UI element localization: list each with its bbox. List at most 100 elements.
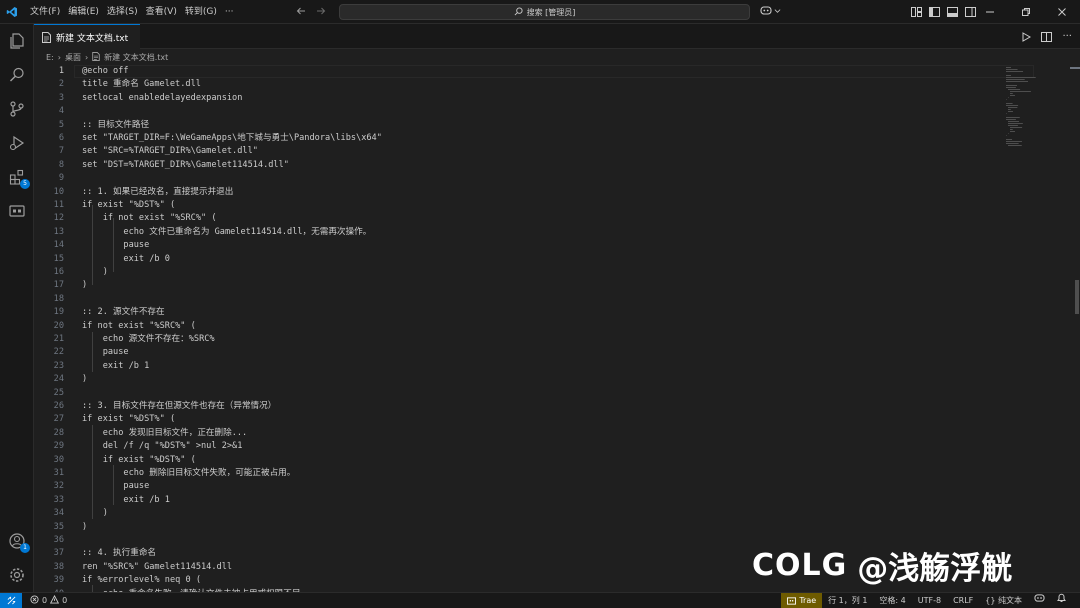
code-line[interactable]: 11 if exist "%DST%" (: [34, 199, 1034, 212]
encoding[interactable]: UTF-8: [912, 593, 947, 608]
menu-view[interactable]: 查看(V): [142, 0, 181, 24]
line-number: 25: [53, 387, 64, 398]
code-line[interactable]: 4: [34, 105, 1034, 118]
gear-icon[interactable]: [5, 563, 29, 587]
code-line[interactable]: 2 title 重命名 Gamelet.dll: [34, 78, 1034, 91]
line-text: title 重命名 Gamelet.dll: [82, 79, 201, 90]
menu-selection[interactable]: 选择(S): [103, 0, 142, 24]
code-line[interactable]: 23 exit /b 1: [34, 360, 1034, 373]
code-line[interactable]: 24): [34, 373, 1034, 386]
code-line[interactable]: 30 if exist "%DST%" (: [34, 454, 1034, 467]
more-actions-icon[interactable]: ···: [1062, 31, 1072, 42]
breadcrumb-drive[interactable]: E:: [46, 53, 54, 62]
menu-more[interactable]: ···: [221, 0, 238, 24]
minimap-line: [1008, 145, 1022, 146]
code-line[interactable]: 6 set "TARGET_DIR=F:\WeGameApps\地下城与勇士\Pa…: [34, 132, 1034, 145]
search-icon[interactable]: [5, 63, 29, 87]
remote-explorer-icon[interactable]: [5, 199, 29, 223]
copilot-button[interactable]: [760, 4, 781, 20]
chevron-right-icon: ›: [57, 53, 61, 62]
code-line[interactable]: 14 pause: [34, 239, 1034, 252]
toggle-primary-sidebar-icon[interactable]: [928, 6, 940, 18]
code-line[interactable]: 19:: 2. 源文件不存在: [34, 306, 1034, 319]
code-editor[interactable]: 1 @echo off 2 title 重命名 Gamelet.dll 3 setloca…: [34, 65, 1080, 592]
code-line[interactable]: 25: [34, 387, 1034, 400]
code-line[interactable]: 5:: 目标文件路径: [34, 119, 1034, 132]
code-line[interactable]: 32 pause: [34, 480, 1034, 493]
back-arrow-icon[interactable]: [296, 5, 306, 19]
window-controls: [972, 0, 1080, 24]
extensions-icon[interactable]: 5: [5, 165, 30, 189]
code-line[interactable]: 35): [34, 521, 1034, 534]
accounts-icon[interactable]: 1: [5, 529, 30, 553]
code-line[interactable]: 17): [34, 279, 1034, 292]
menu-file[interactable]: 文件(F): [26, 0, 64, 24]
line-number: 39: [53, 575, 64, 586]
run-debug-icon[interactable]: [5, 131, 29, 155]
code-line[interactable]: 12 if not exist "%SRC%" (: [34, 212, 1034, 225]
code-line[interactable]: 27 if exist "%DST%" (: [34, 413, 1034, 426]
notifications-bell-icon[interactable]: [1051, 593, 1072, 608]
explorer-icon[interactable]: [5, 29, 29, 53]
minimize-icon[interactable]: [972, 0, 1008, 24]
forward-arrow-icon[interactable]: [316, 5, 326, 19]
end-of-line[interactable]: CRLF: [947, 593, 979, 608]
trae-label: Trae: [799, 596, 817, 605]
copilot-status-icon[interactable]: [1028, 593, 1051, 608]
line-number: 15: [53, 253, 64, 264]
tab-new-text-document[interactable]: 新建 文本文档.txt: [34, 24, 140, 49]
indentation[interactable]: 空格: 4: [873, 593, 911, 608]
restore-icon[interactable]: [1008, 0, 1044, 24]
minimap-line: [1006, 99, 1007, 100]
command-center-search[interactable]: 搜索 [管理员]: [339, 4, 750, 20]
line-text: exit /b 0: [82, 253, 170, 264]
status-right: Trae 行 1，列 1 空格: 4 UTF-8 CRLF {} 纯文本: [781, 593, 1072, 608]
language-mode[interactable]: {} 纯文本: [979, 593, 1028, 608]
problems-indicator[interactable]: 0 0: [30, 594, 67, 606]
code-line[interactable]: 21 echo 源文件不存在：%SRC%: [34, 333, 1034, 346]
code-line[interactable]: 18: [34, 293, 1034, 306]
code-line[interactable]: 31 echo 删除旧目标文件失败，可能正被占用。: [34, 467, 1034, 480]
remote-indicator[interactable]: [0, 592, 22, 608]
close-icon[interactable]: [1044, 0, 1080, 24]
code-line[interactable]: 29 del /f /q "%DST%" >nul 2>&1: [34, 440, 1034, 453]
code-line[interactable]: 34 ): [34, 507, 1034, 520]
code-line[interactable]: 8 set "DST=%TARGET_DIR%\Gamelet114514.dll…: [34, 159, 1034, 172]
source-control-icon[interactable]: [5, 97, 29, 121]
line-text: pause: [82, 347, 129, 358]
trae-status[interactable]: Trae: [781, 593, 823, 608]
line-text: echo 文件已重命名为 Gamelet114514.dll，无需再次操作。: [82, 226, 372, 237]
layout-controls: [910, 0, 976, 24]
line-number: 10: [53, 186, 64, 197]
line-number: 19: [53, 307, 64, 318]
run-icon[interactable]: [1021, 27, 1032, 46]
code-line[interactable]: 16 ): [34, 266, 1034, 279]
code-line[interactable]: 1 @echo off: [34, 65, 1034, 79]
line-number: 21: [53, 334, 64, 344]
line-text: ): [82, 521, 88, 532]
code-line[interactable]: 28 echo 发现旧目标文件，正在删除...: [34, 427, 1034, 440]
code-line[interactable]: 15 exit /b 0: [34, 253, 1034, 266]
menu-go[interactable]: 转到(G): [181, 0, 221, 24]
minimap-line: [1006, 69, 1018, 70]
code-line[interactable]: 10:: 1. 如果已经改名，直接提示并退出: [34, 186, 1034, 199]
layout-customize-icon[interactable]: [910, 6, 922, 18]
menu-edit[interactable]: 编辑(E): [64, 0, 103, 24]
split-editor-icon[interactable]: [1041, 27, 1053, 46]
code-line[interactable]: 3 setlocal enabledelayedexpansion: [34, 92, 1034, 105]
title-bar: 文件(F) 编辑(E) 选择(S) 查看(V) 转到(G) ··· 搜索 [管理…: [0, 0, 1080, 24]
vertical-scrollbar[interactable]: [1070, 65, 1080, 592]
code-line[interactable]: 26:: 3. 目标文件存在但源文件也存在（异常情况）: [34, 400, 1034, 413]
code-line[interactable]: 9: [34, 172, 1034, 185]
code-line[interactable]: 22 pause: [34, 346, 1034, 359]
code-line[interactable]: 33 exit /b 1: [34, 494, 1034, 507]
scrollbar-thumb[interactable]: [1075, 280, 1079, 314]
code-line[interactable]: 7 set "SRC=%TARGET_DIR%\Gamelet.dll": [34, 145, 1034, 158]
minimap[interactable]: [1004, 65, 1064, 185]
code-line[interactable]: 20 if not exist "%SRC%" (: [34, 320, 1034, 333]
breadcrumb-folder[interactable]: 桌面: [65, 52, 81, 63]
toggle-panel-icon[interactable]: [946, 6, 958, 18]
code-line[interactable]: 13 echo 文件已重命名为 Gamelet114514.dll，无需再次操作…: [34, 226, 1034, 239]
breadcrumb-file[interactable]: 新建 文本文档.txt: [104, 52, 168, 63]
cursor-position[interactable]: 行 1，列 1: [822, 593, 873, 608]
